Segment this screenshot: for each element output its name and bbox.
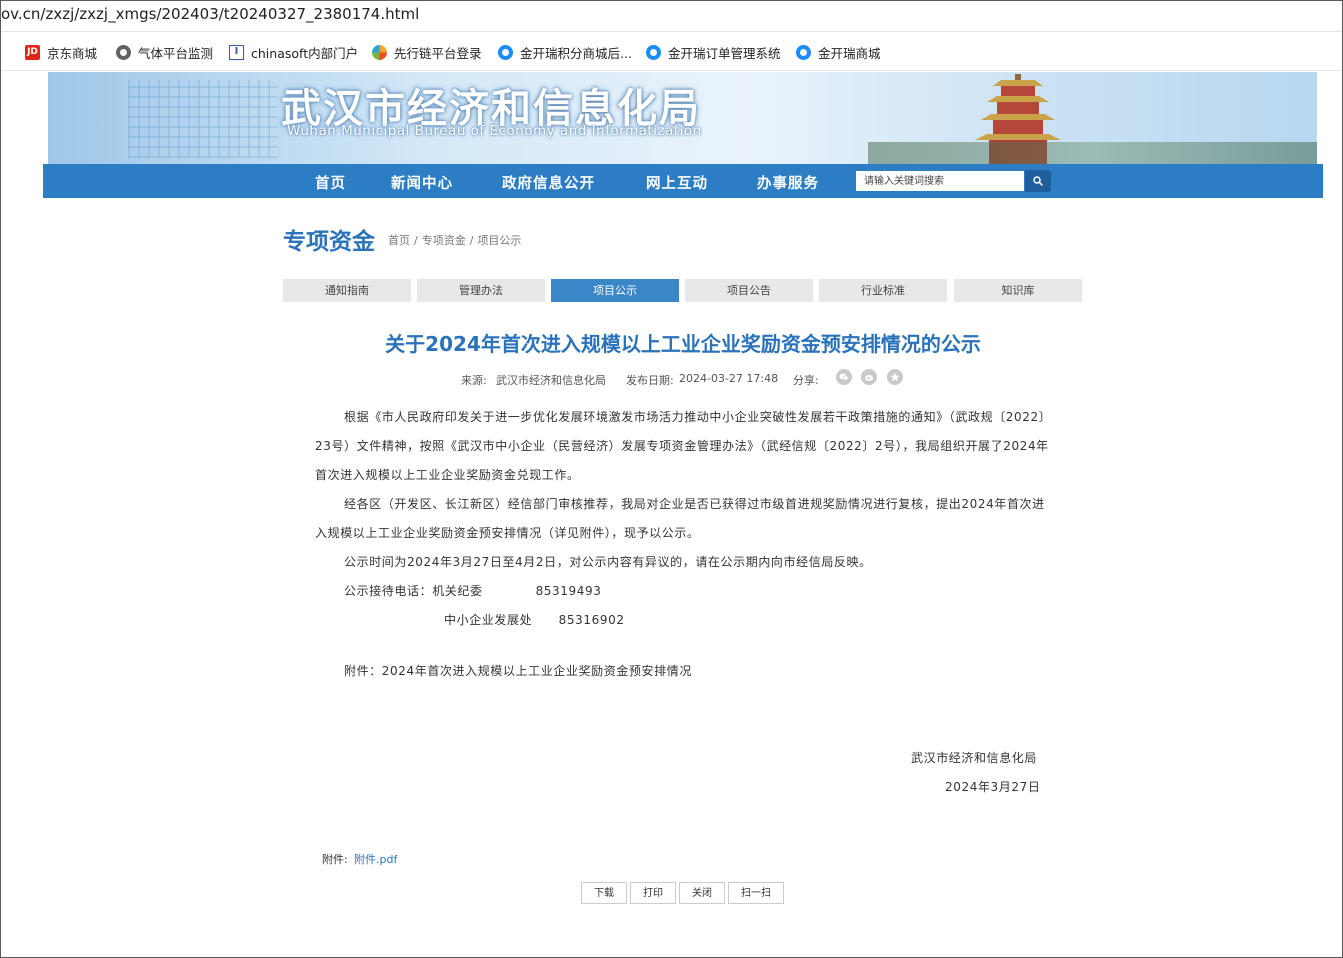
tab-management-rules[interactable]: 管理办法 xyxy=(417,279,545,302)
bookmark-chinasoft[interactable]: I chinasoft内部门户 xyxy=(229,42,358,62)
article-paragraph: 公示时间为2024年3月27日至4月2日，对公示内容有异议的，请在公示期内向市经… xyxy=(344,555,872,569)
nav-gov-info[interactable]: 政府信息公开 xyxy=(502,172,595,193)
attachment-note: 附件：2024年首次进入规模以上工业企业奖励资金预安排情况 xyxy=(344,664,692,678)
bookmark-gas-platform[interactable]: 气体平台监测 xyxy=(116,42,213,62)
contact-phone-1: 公示接待电话：机关纪委 85319493 xyxy=(344,584,602,598)
article-paragraph: 根据《市人民政府印发关于进一步优化发展环境激发市场活力推动中小企业突破性发展若干… xyxy=(315,410,1052,482)
bookmark-chain-login[interactable]: 先行链平台登录 xyxy=(372,42,482,62)
address-bar[interactable]: ov.cn/zxzj/zxzj_xmgs/202403/t20240327_23… xyxy=(1,1,1342,32)
breadcrumb-project-notice[interactable]: 项目公示 xyxy=(477,234,521,247)
bookmarks-bar: JD 京东商城 气体平台监测 I chinasoft内部门户 先行链平台登录 金… xyxy=(1,32,1342,71)
print-button[interactable]: 打印 xyxy=(630,882,676,904)
bookmark-label: 金开瑞积分商城后... xyxy=(520,45,632,61)
download-button[interactable]: 下载 xyxy=(581,882,627,904)
wechat-share-icon[interactable] xyxy=(836,369,852,385)
chinasoft-icon: I xyxy=(229,44,244,60)
bookmark-order-system[interactable]: 金开瑞订单管理系统 xyxy=(646,42,781,62)
site-banner: 武汉市经济和信息化局 Wuhan Municipal Bureau of Eco… xyxy=(48,72,1317,164)
nav-home[interactable]: 首页 xyxy=(315,172,346,193)
attachment-label: 附件: xyxy=(322,853,348,866)
article-body: 根据《市人民政府印发关于进一步优化发展环境激发市场活力推动中小企业突破性发展若干… xyxy=(315,403,1053,686)
bookmark-label: 金开瑞订单管理系统 xyxy=(668,45,781,61)
share-label: 分享: xyxy=(793,374,819,387)
nav-news-center[interactable]: 新闻中心 xyxy=(391,172,453,193)
source-label: 来源: xyxy=(461,374,487,387)
chain-icon xyxy=(372,44,387,60)
article-title: 关于2024年首次进入规模以上工业企业奖励资金预安排情况的公示 xyxy=(385,332,981,356)
main-nav: 首页 新闻中心 政府信息公开 网上互动 办事服务 xyxy=(43,164,1323,198)
breadcrumb-home[interactable]: 首页 xyxy=(388,234,410,247)
jinkairui-icon xyxy=(498,44,513,60)
breadcrumb: 首页 / 专项资金 / 项目公示 xyxy=(388,232,521,248)
jinkairui-icon xyxy=(796,44,811,60)
bookmark-label: chinasoft内部门户 xyxy=(251,45,359,61)
sign-date: 2024年3月27日 xyxy=(945,780,1041,794)
bookmark-jd[interactable]: JD 京东商城 xyxy=(25,42,97,62)
bookmark-mall[interactable]: 金开瑞商城 xyxy=(796,42,881,62)
close-button[interactable]: 关闭 xyxy=(679,882,725,904)
weibo-share-icon[interactable] xyxy=(861,369,877,385)
section-title: 专项资金 xyxy=(283,229,375,255)
url-text[interactable]: ov.cn/zxzj/zxzj_xmgs/202403/t20240327_23… xyxy=(1,5,419,23)
breadcrumb-special-fund[interactable]: 专项资金 xyxy=(422,234,466,247)
search-button[interactable] xyxy=(1025,170,1051,192)
scan-button[interactable]: 扫一扫 xyxy=(728,882,784,904)
date-label: 发布日期: xyxy=(626,374,674,387)
tab-industry-standard[interactable]: 行业标准 xyxy=(819,279,947,302)
breadcrumb-separator: / xyxy=(414,234,418,247)
bookmark-label: 先行链平台登录 xyxy=(394,45,482,61)
tab-knowledge-base[interactable]: 知识库 xyxy=(954,279,1082,302)
attachment-link[interactable]: 附件.pdf xyxy=(354,851,397,867)
globe-icon xyxy=(116,44,131,60)
search-icon xyxy=(1033,176,1043,186)
breadcrumb-separator: / xyxy=(469,234,474,247)
jinkairui-icon xyxy=(646,44,661,60)
tree-decoration xyxy=(868,142,1317,164)
jd-icon: JD xyxy=(25,44,40,60)
signature: 武汉市经济和信息化局 xyxy=(911,751,1038,765)
contact-phone-2: 中小企业发展处 85316902 xyxy=(444,613,625,627)
nav-interaction[interactable]: 网上互动 xyxy=(646,172,708,193)
bookmark-label: 京东商城 xyxy=(47,45,98,61)
search-input[interactable] xyxy=(856,171,1024,191)
sub-tabs: 通知指南 管理办法 项目公示 项目公告 行业标准 知识库 xyxy=(283,279,1083,302)
source-value: 武汉市经济和信息化局 xyxy=(496,374,606,387)
article-paragraph: 经各区（开发区、长江新区）经信部门审核推荐，我局对企业是否已获得过市级首进规奖励… xyxy=(315,497,1045,540)
tab-project-announcement[interactable]: 项目公告 xyxy=(685,279,813,302)
circuit-decoration xyxy=(128,80,278,158)
favorite-share-icon[interactable] xyxy=(887,369,903,385)
tab-notice-guide[interactable]: 通知指南 xyxy=(283,279,411,302)
nav-services[interactable]: 办事服务 xyxy=(757,172,819,193)
bookmark-points-mall[interactable]: 金开瑞积分商城后... xyxy=(498,42,632,62)
site-subtitle: Wuhan Municipal Bureau of Economy and In… xyxy=(287,123,702,139)
publish-date: 2024-03-27 17:48 xyxy=(679,372,779,385)
bookmark-label: 金开瑞商城 xyxy=(818,45,881,61)
bookmark-label: 气体平台监测 xyxy=(138,45,214,61)
tab-project-publicity[interactable]: 项目公示 xyxy=(551,279,679,302)
